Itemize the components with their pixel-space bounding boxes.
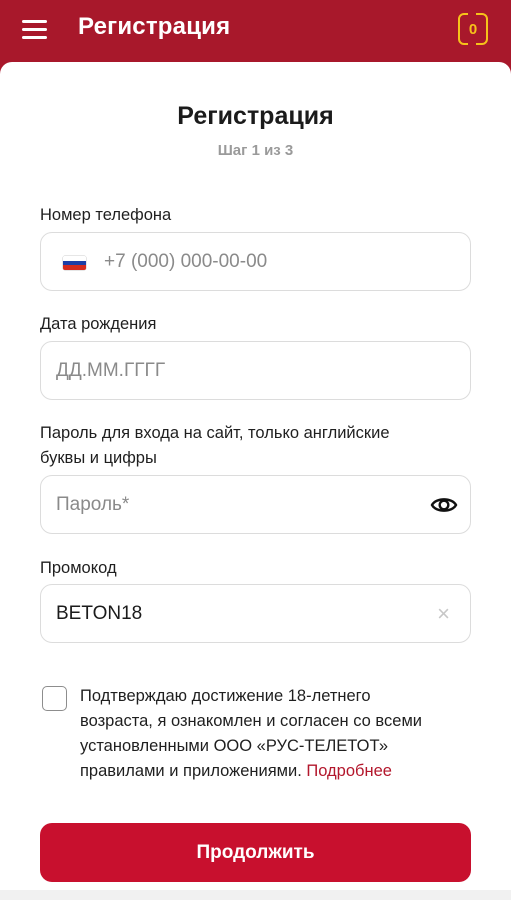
- hamburger-menu-icon[interactable]: [22, 18, 48, 40]
- agreement-text: Подтверждаю достижение 18-летнего возрас…: [80, 684, 480, 784]
- agreement-line4: правилами и приложениями.: [80, 762, 302, 780]
- page-title: Регистрация: [177, 102, 334, 130]
- agreement-line3: установленными ООО «РУС-ТЕЛЕТОТ»: [80, 737, 388, 755]
- agreement-line2: возраста, я ознакомлен и согласен со все…: [80, 712, 423, 730]
- eye-icon[interactable]: [430, 491, 458, 519]
- birthdate-input[interactable]: ДД.ММ.ГГГГ: [56, 342, 165, 399]
- app-header: Регистрация 0: [0, 0, 511, 66]
- password-label-line2: буквы и цифры: [40, 449, 157, 467]
- sheet-bottom-edge: [0, 890, 511, 900]
- birthdate-field[interactable]: ДД.ММ.ГГГГ: [40, 341, 471, 400]
- promo-input[interactable]: BETON18: [56, 585, 142, 642]
- password-input[interactable]: Пароль*: [56, 476, 129, 533]
- phone-input[interactable]: +7 (000) 000-00-00: [104, 233, 267, 290]
- clear-icon[interactable]: ×: [437, 585, 450, 642]
- password-field[interactable]: Пароль*: [40, 475, 471, 534]
- promo-field[interactable]: BETON18 ×: [40, 584, 471, 643]
- agreement-line1: Подтверждаю достижение 18-летнего: [80, 687, 371, 705]
- password-label: Пароль для входа на сайт, только английс…: [40, 421, 390, 471]
- coupon-button[interactable]: 0: [458, 12, 488, 46]
- continue-button[interactable]: Продолжить: [40, 823, 471, 882]
- more-link[interactable]: Подробнее: [306, 762, 392, 780]
- step-indicator: Шаг 1 из 3: [217, 142, 294, 159]
- promo-label: Промокод: [40, 559, 117, 577]
- birthdate-label: Дата рождения: [40, 315, 157, 333]
- password-label-line1: Пароль для входа на сайт, только английс…: [40, 424, 390, 442]
- russia-flag-icon: [63, 256, 86, 270]
- phone-label: Номер телефона: [40, 206, 172, 224]
- phone-field[interactable]: +7 (000) 000-00-00: [40, 232, 471, 291]
- header-title: Регистрация: [78, 13, 231, 40]
- agreement-checkbox[interactable]: [42, 686, 67, 711]
- agreement-line4-wrap: правилами и приложениями. Подробнее: [80, 759, 480, 784]
- coupon-count: 0: [468, 20, 478, 38]
